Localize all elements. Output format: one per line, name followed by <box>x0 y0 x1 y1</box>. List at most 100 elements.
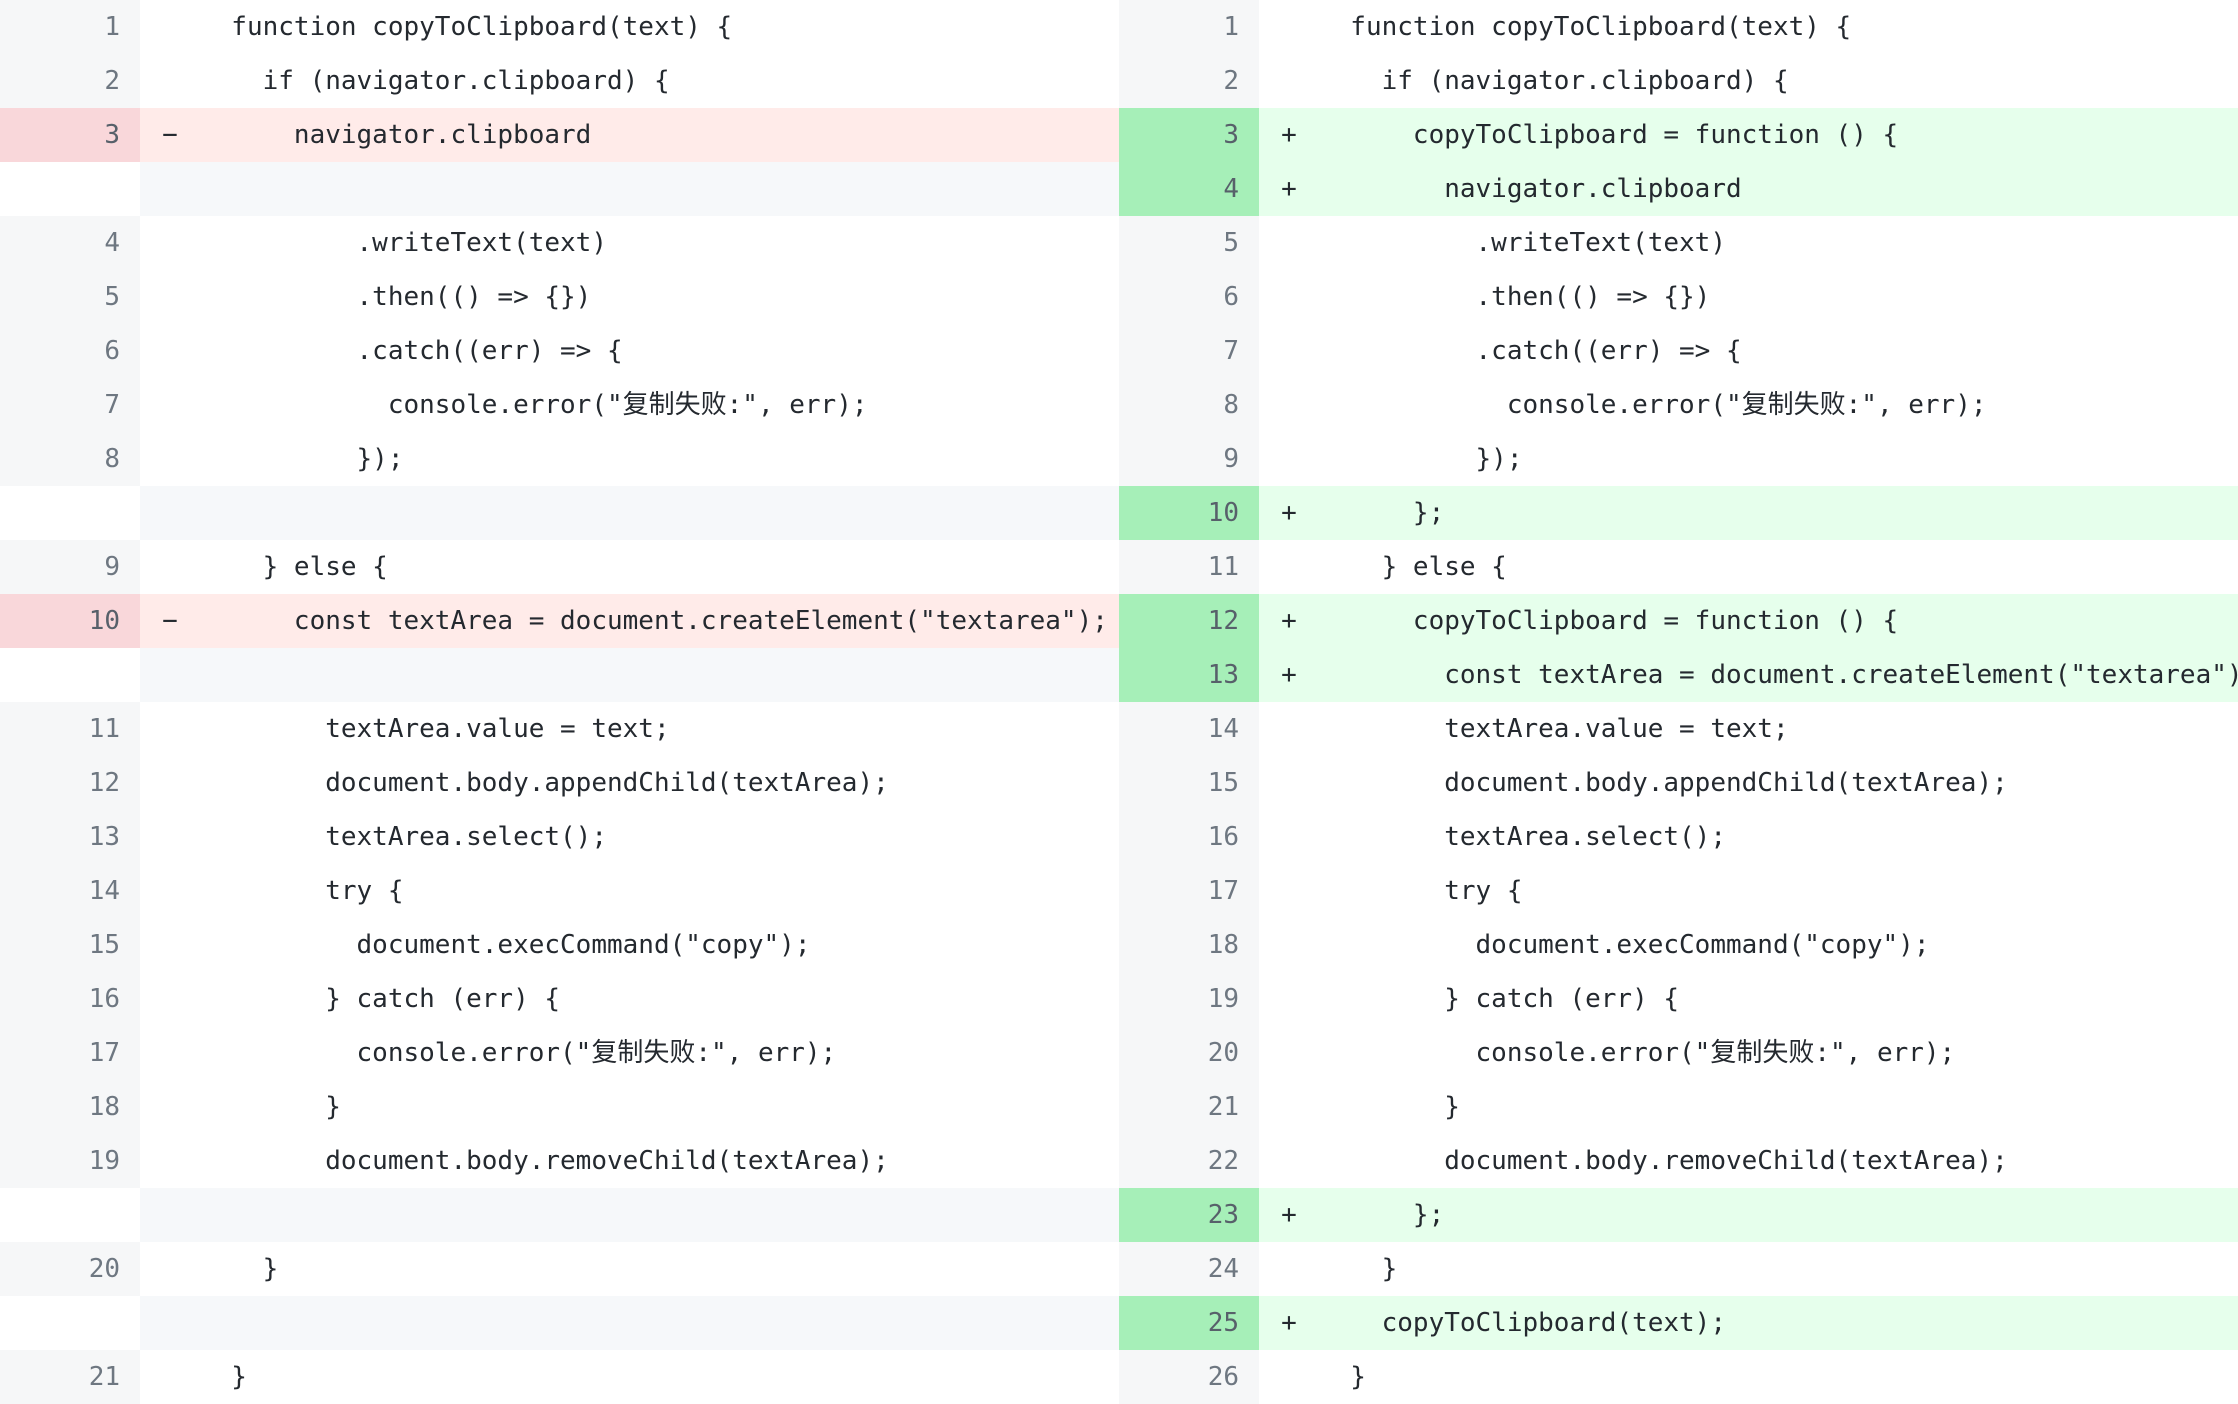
line-number: 19 <box>0 1134 140 1188</box>
code-text: const textArea = document.createElement(… <box>1319 648 2238 702</box>
line-number: 6 <box>1119 270 1259 324</box>
diff-added-line[interactable]: 3 + copyToClipboard = function () { <box>1119 108 2238 162</box>
line-number: 22 <box>1119 1134 1259 1188</box>
diff-marker <box>140 918 200 972</box>
diff-context-line[interactable]: 19 document.body.removeChild(textArea); <box>0 1134 1119 1188</box>
diff-filler-row[interactable] <box>0 1296 1119 1350</box>
code-text: } <box>200 1092 341 1122</box>
diff-context-line[interactable]: 14 try { <box>0 864 1119 918</box>
diff-context-line[interactable]: 26 } <box>1119 1350 2238 1404</box>
line-number: 20 <box>0 1242 140 1296</box>
diff-context-line[interactable]: 19 } catch (err) { <box>1119 972 2238 1026</box>
line-number: 10 <box>1119 486 1259 540</box>
code-text: function copyToClipboard(text) { <box>1319 12 1852 42</box>
diff-context-line[interactable]: 20 } <box>0 1242 1119 1296</box>
code-text: } <box>200 1254 279 1284</box>
code-text: document.body.removeChild(textArea); <box>1319 1146 2008 1176</box>
diff-context-line[interactable]: 8 }); <box>0 432 1119 486</box>
diff-context-line[interactable]: 21 } <box>0 1350 1119 1404</box>
diff-filler-row[interactable] <box>0 162 1119 216</box>
diff-filler-row[interactable] <box>0 486 1119 540</box>
diff-context-line[interactable]: 2 if (navigator.clipboard) { <box>1119 54 2238 108</box>
diff-context-line[interactable]: 15 document.body.appendChild(textArea); <box>1119 756 2238 810</box>
diff-context-line[interactable]: 17 console.error("复制失败:", err); <box>0 1026 1119 1080</box>
diff-added-line[interactable]: 23 + }; <box>1119 1188 2238 1242</box>
diff-context-line[interactable]: 21 } <box>1119 1080 2238 1134</box>
diff-added-line[interactable]: 4 + navigator.clipboard <box>1119 162 2238 216</box>
diff-context-line[interactable]: 5 .writeText(text) <box>1119 216 2238 270</box>
code-text <box>200 1188 1119 1242</box>
diff-filler-row[interactable] <box>0 1188 1119 1242</box>
line-number: 17 <box>0 1026 140 1080</box>
line-number: 12 <box>0 756 140 810</box>
diff-pane-modified[interactable]: 1 function copyToClipboard(text) {2 if (… <box>1119 0 2238 1404</box>
diff-context-line[interactable]: 2 if (navigator.clipboard) { <box>0 54 1119 108</box>
diff-context-line[interactable]: 6 .catch((err) => { <box>0 324 1119 378</box>
diff-filler-row[interactable] <box>0 648 1119 702</box>
code-text: }; <box>1319 1188 2238 1242</box>
code-text: .catch((err) => { <box>200 336 623 366</box>
diff-marker <box>1259 1350 1319 1404</box>
split-diff-view: 1 function copyToClipboard(text) {2 if (… <box>0 0 2238 1404</box>
diff-context-line[interactable]: 13 textArea.select(); <box>0 810 1119 864</box>
diff-context-line[interactable]: 11 } else { <box>1119 540 2238 594</box>
diff-context-line[interactable]: 11 textArea.value = text; <box>0 702 1119 756</box>
line-number: 12 <box>1119 594 1259 648</box>
diff-marker <box>1259 270 1319 324</box>
diff-context-line[interactable]: 8 console.error("复制失败:", err); <box>1119 378 2238 432</box>
diff-added-line[interactable]: 12 + copyToClipboard = function () { <box>1119 594 2238 648</box>
diff-context-line[interactable]: 12 document.body.appendChild(textArea); <box>0 756 1119 810</box>
diff-removed-line[interactable]: 10− const textArea = document.createElem… <box>0 594 1119 648</box>
diff-context-line[interactable]: 18 document.execCommand("copy"); <box>1119 918 2238 972</box>
code-text <box>200 648 1119 702</box>
line-number: 6 <box>0 324 140 378</box>
code-text: textArea.value = text; <box>1319 714 1789 744</box>
diff-marker <box>1259 810 1319 864</box>
diff-context-line[interactable]: 9 } else { <box>0 540 1119 594</box>
diff-marker <box>140 1134 200 1188</box>
diff-context-line[interactable]: 4 .writeText(text) <box>0 216 1119 270</box>
diff-added-line[interactable]: 10 + }; <box>1119 486 2238 540</box>
diff-context-line[interactable]: 16 } catch (err) { <box>0 972 1119 1026</box>
diff-marker <box>140 1188 200 1242</box>
line-number: 18 <box>1119 918 1259 972</box>
diff-context-line[interactable]: 17 try { <box>1119 864 2238 918</box>
diff-context-line[interactable]: 22 document.body.removeChild(textArea); <box>1119 1134 2238 1188</box>
diff-marker <box>140 1296 200 1350</box>
diff-added-line[interactable]: 25 + copyToClipboard(text); <box>1119 1296 2238 1350</box>
diff-pane-original[interactable]: 1 function copyToClipboard(text) {2 if (… <box>0 0 1119 1404</box>
line-number: 11 <box>0 702 140 756</box>
diff-context-line[interactable]: 7 console.error("复制失败:", err); <box>0 378 1119 432</box>
code-text: textArea.select(); <box>1319 822 1726 852</box>
diff-context-line[interactable]: 9 }); <box>1119 432 2238 486</box>
line-number: 9 <box>1119 432 1259 486</box>
diff-context-line[interactable]: 15 document.execCommand("copy"); <box>0 918 1119 972</box>
diff-context-line[interactable]: 16 textArea.select(); <box>1119 810 2238 864</box>
diff-context-line[interactable]: 5 .then(() => {}) <box>0 270 1119 324</box>
line-number: 1 <box>0 0 140 54</box>
line-number: 3 <box>0 108 140 162</box>
diff-context-line[interactable]: 24 } <box>1119 1242 2238 1296</box>
diff-context-line[interactable]: 18 } <box>0 1080 1119 1134</box>
plus-marker: + <box>1259 486 1319 540</box>
diff-marker <box>140 1350 200 1404</box>
diff-marker <box>1259 432 1319 486</box>
diff-context-line[interactable]: 7 .catch((err) => { <box>1119 324 2238 378</box>
diff-context-line[interactable]: 14 textArea.value = text; <box>1119 702 2238 756</box>
diff-context-line[interactable]: 6 .then(() => {}) <box>1119 270 2238 324</box>
diff-context-line[interactable]: 20 console.error("复制失败:", err); <box>1119 1026 2238 1080</box>
diff-removed-line[interactable]: 3− navigator.clipboard <box>0 108 1119 162</box>
line-number: 15 <box>0 918 140 972</box>
line-number: 15 <box>1119 756 1259 810</box>
line-number: 4 <box>1119 162 1259 216</box>
diff-added-line[interactable]: 13 + const textArea = document.createElem… <box>1119 648 2238 702</box>
diff-marker <box>140 810 200 864</box>
diff-context-line[interactable]: 1 function copyToClipboard(text) { <box>0 0 1119 54</box>
diff-marker <box>1259 1134 1319 1188</box>
diff-context-line[interactable]: 1 function copyToClipboard(text) { <box>1119 0 2238 54</box>
diff-marker <box>140 648 200 702</box>
diff-marker <box>140 702 200 756</box>
code-text: }; <box>1319 486 2238 540</box>
diff-marker <box>1259 1242 1319 1296</box>
line-number: 8 <box>0 432 140 486</box>
